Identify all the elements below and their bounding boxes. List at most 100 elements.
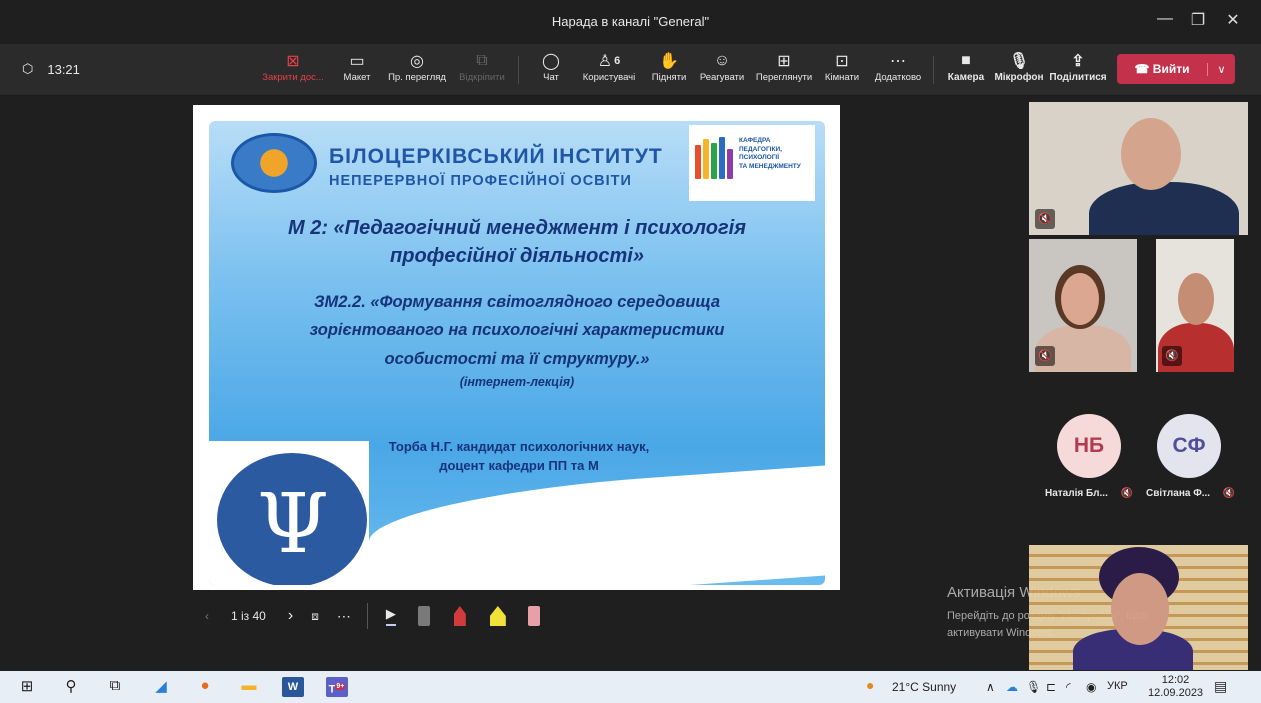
layout-button[interactable]: ▭ Макет [337, 50, 377, 90]
chevron-down-icon[interactable]: ∨ [1207, 62, 1235, 76]
mic-off-icon: 🔇 [1222, 488, 1236, 499]
share-button[interactable]: ⇪ Поділитися [1049, 50, 1107, 90]
mic-button[interactable]: 🎙 Мікрофон [993, 50, 1045, 90]
view-button[interactable]: ⊞ Переглянути [751, 50, 817, 90]
teacher-line2: доцент кафедри ПП та М [439, 458, 599, 473]
react-button[interactable]: ☺ Реагувати [695, 50, 749, 90]
highlighter-icon[interactable] [489, 606, 506, 626]
search-icon[interactable]: ⚲ [60, 677, 82, 697]
toolbar-divider [933, 56, 934, 84]
file-explorer-icon[interactable]: ▬ [238, 677, 260, 697]
task-view-icon[interactable]: ⧉ [104, 677, 126, 697]
mic-icon: 🎙 [1008, 53, 1030, 70]
mic-tray-icon[interactable]: 🎙 [1026, 680, 1041, 694]
shared-slide: БІЛОЦЕРКІВСЬКИЙ ІНСТИТУТ НЕПЕРЕРВНОЇ ПРО… [193, 105, 840, 590]
avatar-nb[interactable]: НБ [1057, 414, 1121, 478]
eye-icon: ◎ [410, 53, 424, 70]
tray-chevron-icon[interactable]: ∧ [986, 680, 995, 694]
submodule-line2: зорієнтованого на психологічні характери… [309, 321, 725, 339]
mic-off-icon: 🔇 [1120, 488, 1134, 499]
slide-more-icon[interactable]: ⋯ [337, 608, 351, 625]
pointer-tool-icon[interactable]: ▶ [385, 606, 396, 626]
windows-taskbar: ⊞ ⚲ ⧉ ◢ ● ▬ W T9+ ● 21°C Sunny ∧ ☁ 🎙 ⊏ ◜… [0, 671, 1261, 703]
maximize-icon[interactable]: ❐ [1183, 10, 1213, 30]
self-video[interactable] [1029, 545, 1248, 670]
pen-tool-icon[interactable] [417, 606, 430, 626]
slide-divider [366, 603, 368, 629]
preview-button[interactable]: ◎ Пр. перегляд [383, 50, 451, 90]
rooms-button[interactable]: ⊡ Кімнати [819, 50, 865, 90]
participant-name-sf: Світлана Ф... 🔇 [1146, 488, 1236, 499]
submodule-line3: особистості та її структуру.» [384, 350, 650, 368]
camera-icon: ■ [961, 52, 971, 69]
toolbar-divider [518, 56, 519, 84]
grid-icon: ⊞ [777, 53, 791, 70]
meeting-timer: ⬡ 13:21 [22, 61, 80, 77]
hand-icon: ✋ [659, 53, 679, 70]
slide-wave-decoration [369, 464, 825, 585]
windows-start-icon[interactable]: ⊞ [16, 677, 38, 697]
institute-name-line2: НЕПЕРЕРВНОЇ ПРОФЕСІЙНОЇ ОСВІТИ [329, 173, 632, 189]
meeting-stage: БІЛОЦЕРКІВСЬКИЙ ІНСТИТУТ НЕПЕРЕРВНОЇ ПРО… [0, 96, 1261, 671]
people-icon: ♙ 6 [597, 53, 621, 70]
more-icon: ⋯ [890, 53, 906, 70]
volume-icon[interactable]: ◉ [1086, 680, 1096, 694]
thumbnails-icon[interactable]: ⧈ [311, 609, 319, 624]
onedrive-icon[interactable]: ☁ [1006, 680, 1018, 694]
teams-badge: 9+ [335, 683, 346, 690]
module-title-line1: М 2: «Педагогічний менеджмент і психолог… [288, 217, 746, 239]
weather-icon[interactable]: ● [866, 677, 874, 693]
prev-slide-icon[interactable]: ‹ [205, 609, 209, 623]
teacher-info: Торба Н.Г. кандидат психологічних наук, … [369, 437, 669, 475]
eraser-icon[interactable] [527, 606, 540, 626]
share-icon: ⇪ [1071, 53, 1085, 70]
clock[interactable]: 12:02 12.09.2023 [1148, 674, 1203, 700]
language-indicator[interactable]: УКР [1107, 680, 1128, 692]
network-icon[interactable]: ⊏ [1046, 680, 1056, 694]
person-body [1089, 182, 1239, 235]
unpin-button[interactable]: ⧉ Відкріпити [455, 50, 509, 90]
department-logo: КАФЕДРА ПЕДАГОГІКИ, ПСИХОЛОГІЇ ТА МЕНЕДЖ… [689, 125, 815, 201]
leave-label: ☎ Вийти [1134, 62, 1190, 76]
next-slide-icon[interactable]: › [288, 607, 293, 625]
stop-sharing-button[interactable]: ⊠ Закрити дос... [258, 50, 328, 90]
close-icon[interactable]: ✕ [1218, 10, 1248, 30]
meeting-toolbar: ⬡ 13:21 ⊠ Закрити дос... ▭ Макет ◎ Пр. п… [0, 44, 1261, 96]
smile-icon: ☺ [713, 52, 731, 69]
leave-button[interactable]: ☎ Вийти ∨ [1117, 54, 1235, 84]
teams-icon[interactable]: T9+ [326, 677, 348, 697]
person-head [1121, 118, 1181, 190]
raise-hand-button[interactable]: ✋ Підняти [646, 50, 692, 90]
person-head [1111, 573, 1169, 645]
app-icon[interactable]: ◢ [150, 677, 172, 697]
slide-content: БІЛОЦЕРКІВСЬКИЙ ІНСТИТУТ НЕПЕРЕРВНОЇ ПРО… [209, 121, 825, 585]
firefox-icon[interactable]: ● [194, 677, 216, 697]
participant-video-3[interactable]: 🔇 [1156, 239, 1234, 372]
minimize-icon[interactable]: — [1150, 10, 1180, 28]
wifi-icon[interactable]: ◜ [1066, 680, 1071, 694]
chat-icon: ◯ [542, 53, 560, 70]
red-pen-icon[interactable] [453, 606, 466, 626]
people-button[interactable]: ♙ 6 Користувачі [577, 50, 641, 90]
chat-button[interactable]: ◯ Чат [533, 50, 569, 90]
word-icon[interactable]: W [282, 677, 304, 697]
slide-counter: 1 із 40 [231, 609, 266, 623]
mic-off-icon: 🔇 [1035, 346, 1055, 366]
weather-text[interactable]: 21°C Sunny [892, 680, 956, 694]
institute-name-line1: БІЛОЦЕРКІВСЬКИЙ ІНСТИТУТ [329, 145, 663, 168]
clock-date: 12.09.2023 [1148, 687, 1204, 699]
camera-button[interactable]: ■ Камера [944, 50, 988, 90]
clock-time: 12:02 [1161, 674, 1190, 686]
participant-name-nb: Наталія Бл... 🔇 [1045, 488, 1134, 499]
participant-video-2[interactable]: 🔇 [1029, 239, 1137, 372]
psychology-logo: Ψ [209, 441, 369, 585]
notifications-icon[interactable]: ▤ [1214, 678, 1227, 695]
more-button[interactable]: ⋯ Додатково [868, 50, 928, 90]
window-title: Нарада в каналі "General" [551, 14, 710, 29]
teacher-line1: Торба Н.Г. кандидат психологічних наук, [388, 439, 650, 454]
avatar-sf[interactable]: СФ [1157, 414, 1221, 478]
submodule-line1: ЗМ2.2. «Формування світоглядного середов… [313, 293, 721, 311]
institute-logo [231, 133, 317, 193]
layout-icon: ▭ [349, 53, 365, 70]
participant-video-1[interactable]: 🔇 [1029, 102, 1248, 235]
